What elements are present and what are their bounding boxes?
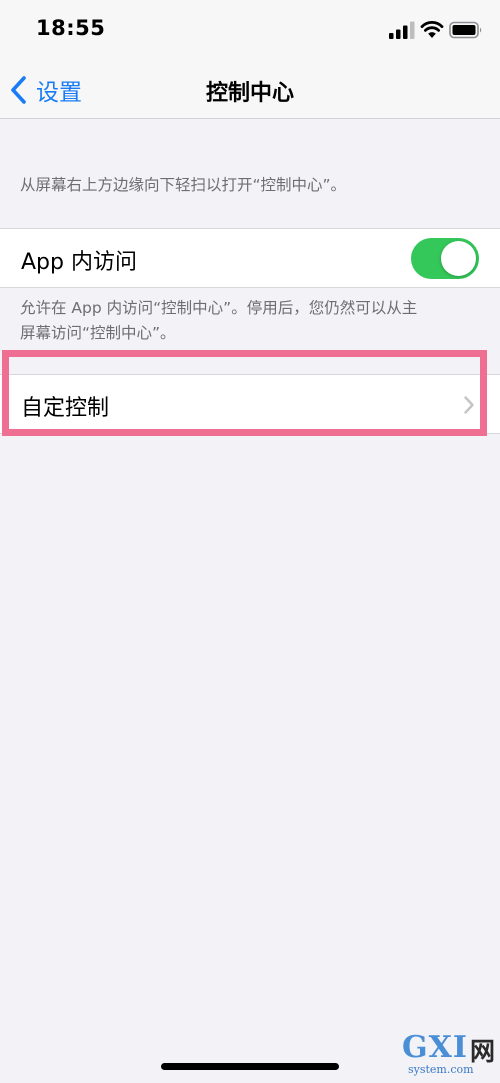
navigation-bar: 设置 控制中心 (0, 62, 500, 119)
page-title: 控制中心 (205, 81, 294, 106)
customize-controls-label: 自定控制 (21, 396, 110, 421)
chevron-right-icon (464, 396, 474, 414)
app-access-footer-line1: 允许在 App 内访问“控制中心”。停用后，您仍然可以从主 (20, 299, 418, 317)
status-time: 18:55 (36, 16, 106, 40)
customize-controls-cell[interactable]: 自定控制 (0, 374, 500, 434)
app-access-label: App 内访问 (21, 250, 137, 275)
home-indicator[interactable] (161, 1063, 339, 1070)
wifi-icon (420, 21, 444, 38)
status-bar: 18:55 (0, 0, 500, 62)
battery-icon (449, 21, 482, 39)
watermark-url: system.com (408, 1063, 474, 1076)
app-access-cell: App 内访问 (0, 228, 500, 288)
watermark-logo-text: GXI (402, 1030, 468, 1065)
app-access-toggle[interactable] (411, 238, 479, 279)
app-access-footer-line2: 屏幕访问“控制中心”。 (20, 324, 176, 342)
app-access-footer: 允许在 App 内访问“控制中心”。停用后，您仍然可以从主 屏幕访问“控制中心”… (20, 296, 480, 346)
signal-icon (389, 21, 415, 39)
watermark-logo: GXI 网 system.com (402, 1030, 498, 1080)
intro-footer-text: 从屏幕右上方边缘向下轻扫以打开“控制中心”。 (20, 176, 347, 194)
toggle-knob (441, 241, 476, 276)
